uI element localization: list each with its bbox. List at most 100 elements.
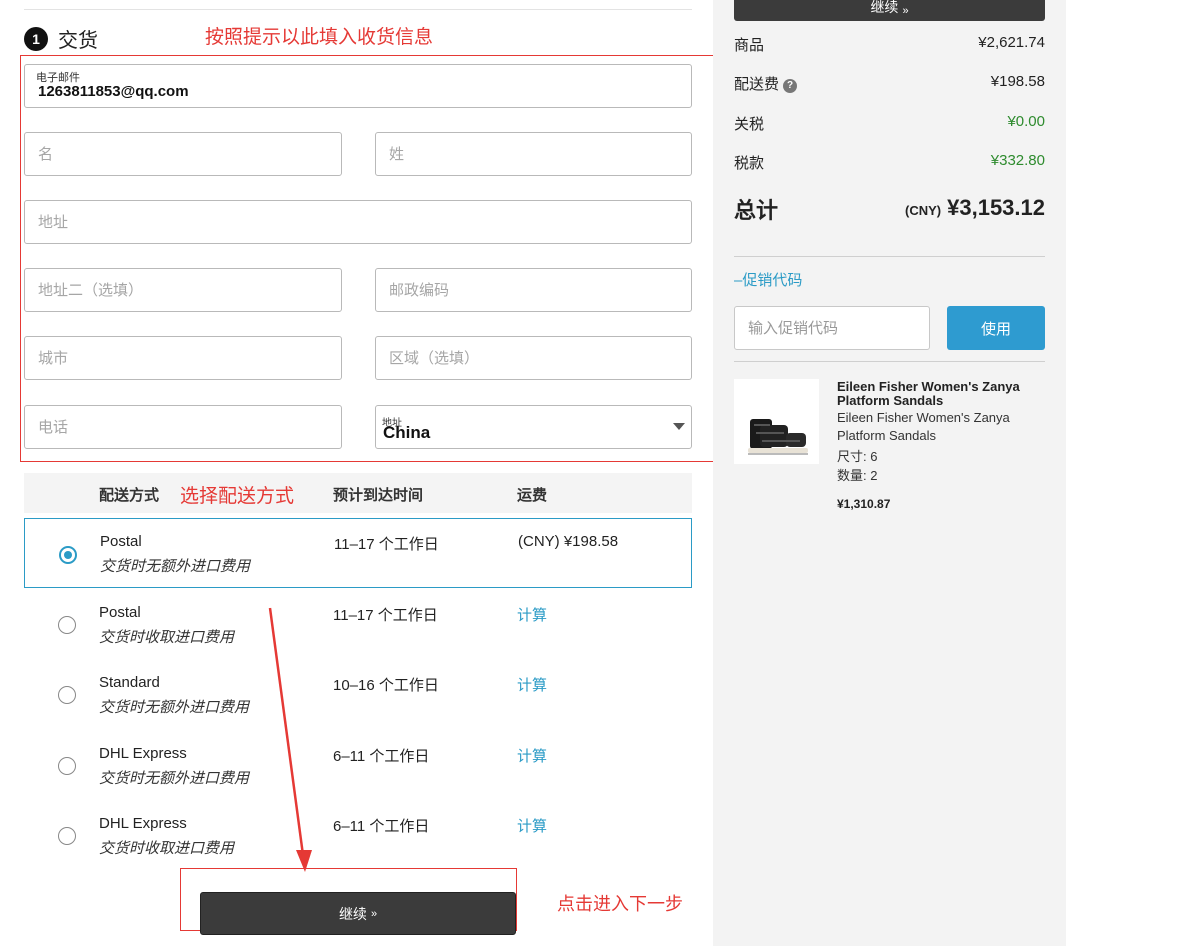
shipping-table-header: 配送方式 预计到达时间 运费 [24, 473, 692, 513]
help-icon[interactable]: ? [783, 79, 798, 93]
option-desc: 交货时无额外进口费用 [100, 558, 251, 575]
radio-unselected[interactable] [58, 616, 76, 634]
city-input[interactable] [25, 337, 341, 379]
shipping-option-2[interactable]: Postal 交货时收取进口费用 11–17 个工作日 计算 [24, 589, 692, 659]
option-fee: (CNY) ¥198.58 [518, 533, 619, 550]
country-value: China [383, 423, 431, 442]
header-eta: 预计到达时间 [333, 487, 424, 504]
summary-duty-row: 关税 ¥0.00 [734, 113, 1045, 134]
product-thumbnail [734, 379, 819, 464]
product-subtitle: Eileen Fisher Women's Zanya Platform San… [837, 410, 1010, 443]
summary-shipping-row: 配送费? ¥198.58 [734, 73, 1045, 94]
shipping-label: 配送费 [734, 76, 780, 93]
region-field[interactable] [375, 336, 692, 380]
option-name: Postal [100, 533, 142, 550]
option-desc: 交货时收取进口费用 [99, 840, 235, 857]
promo-code-field[interactable] [734, 306, 930, 350]
total-currency: (CNY) [905, 203, 942, 218]
region-input[interactable] [376, 337, 691, 379]
order-summary-sidebar: 继续 » 商品 ¥2,621.74 配送费? ¥198.58 关税 ¥0.00 … [713, 0, 1066, 946]
product-title[interactable]: Eileen Fisher Women's Zanya Platform San… [837, 380, 1042, 408]
total-label: 总计 [734, 198, 779, 223]
shipping-option-4[interactable]: DHL Express 交货时无额外进口费用 6–11 个工作日 计算 [24, 730, 692, 800]
email-value: 1263811853@qq.com [38, 83, 189, 100]
product-size: 尺寸: 6 [837, 449, 878, 464]
radio-unselected[interactable] [58, 757, 76, 775]
option-eta: 6–11 个工作日 [333, 818, 430, 835]
continue-label: 继续 [338, 905, 367, 922]
first-name-field[interactable] [24, 132, 342, 176]
product-quantity: 数量: 2 [837, 468, 878, 483]
promo-code-input[interactable] [735, 307, 929, 349]
option-eta: 10–16 个工作日 [333, 677, 439, 694]
duty-value: ¥0.00 [1007, 113, 1045, 130]
radio-selected[interactable] [59, 546, 77, 564]
continue-button[interactable]: 继续 » [200, 892, 516, 935]
address2-input[interactable] [25, 269, 341, 311]
tax-label: 税款 [734, 155, 765, 172]
total-value: ¥3,153.12 [947, 195, 1045, 220]
sidebar-continue-button[interactable]: 继续 » [734, 0, 1045, 21]
option-desc: 交货时无额外进口费用 [99, 770, 250, 787]
calculate-link[interactable]: 计算 [517, 745, 547, 766]
address-input[interactable] [25, 201, 691, 243]
duty-label: 关税 [734, 116, 765, 133]
option-eta: 11–17 个工作日 [334, 536, 439, 553]
postcode-input[interactable] [376, 269, 691, 311]
chevron-down-icon [673, 423, 685, 430]
option-name: Postal [99, 604, 141, 621]
header-fee: 运费 [517, 487, 548, 504]
summary-items-row: 商品 ¥2,621.74 [734, 34, 1045, 55]
calculate-link[interactable]: 计算 [517, 674, 547, 695]
radio-unselected[interactable] [58, 827, 76, 845]
city-field[interactable] [24, 336, 342, 380]
shipping-option-1[interactable]: Postal 交货时无额外进口费用 11–17 个工作日 (CNY) ¥198.… [24, 518, 692, 588]
step-title: 交货 [58, 30, 98, 52]
calculate-link[interactable]: 计算 [517, 815, 547, 836]
items-label: 商品 [734, 37, 765, 54]
step-number-badge: 1 [24, 27, 48, 51]
calculate-link[interactable]: 计算 [517, 604, 547, 625]
country-select[interactable]: 地址 China [375, 405, 692, 449]
header-method: 配送方式 [99, 487, 160, 504]
shipping-value: ¥198.58 [990, 73, 1045, 90]
option-name: Standard [99, 674, 160, 691]
shipping-option-3[interactable]: Standard 交货时无额外进口费用 10–16 个工作日 计算 [24, 659, 692, 729]
email-field[interactable]: 电子邮件 1263811853@qq.com [24, 64, 692, 108]
last-name-input[interactable] [376, 133, 691, 175]
option-eta: 6–11 个工作日 [333, 748, 430, 765]
tax-value: ¥332.80 [990, 152, 1045, 169]
radio-unselected[interactable] [58, 686, 76, 704]
annotation-choose-shipping: 选择配送方式 [180, 486, 295, 507]
sandal-image [748, 419, 808, 455]
phone-field[interactable] [24, 405, 342, 449]
summary-tax-row: 税款 ¥332.80 [734, 152, 1045, 173]
promo-code-toggle[interactable]: –促销代码 [734, 269, 802, 290]
sidebar-continue-label: 继续 [870, 0, 899, 15]
option-name: DHL Express [99, 815, 187, 832]
items-value: ¥2,621.74 [978, 34, 1045, 51]
total-value-group: (CNY) ¥3,153.12 [905, 195, 1045, 221]
postcode-field[interactable] [375, 268, 692, 312]
address2-field[interactable] [24, 268, 342, 312]
annotation-box-form [20, 55, 719, 462]
annotation-arrow [268, 607, 312, 872]
summary-divider [734, 256, 1045, 257]
option-desc: 交货时无额外进口费用 [99, 699, 250, 716]
option-desc: 交货时收取进口费用 [99, 629, 235, 646]
double-chevron-right-icon: » [370, 907, 378, 920]
annotation-click-next: 点击进入下一步 [557, 894, 683, 914]
last-name-field[interactable] [375, 132, 692, 176]
option-name: DHL Express [99, 745, 187, 762]
promo-divider [734, 361, 1045, 362]
annotation-fill-info: 按照提示以此填入收货信息 [205, 27, 434, 48]
option-eta: 11–17 个工作日 [333, 607, 438, 624]
apply-promo-button[interactable]: 使用 [947, 306, 1045, 350]
double-chevron-right-icon: » [902, 5, 909, 17]
section-divider [24, 9, 692, 10]
product-price: ¥1,310.87 [837, 497, 891, 511]
phone-input[interactable] [25, 406, 341, 448]
address-field[interactable] [24, 200, 692, 244]
first-name-input[interactable] [25, 133, 341, 175]
shipping-option-5[interactable]: DHL Express 交货时收取进口费用 6–11 个工作日 计算 [24, 800, 692, 870]
